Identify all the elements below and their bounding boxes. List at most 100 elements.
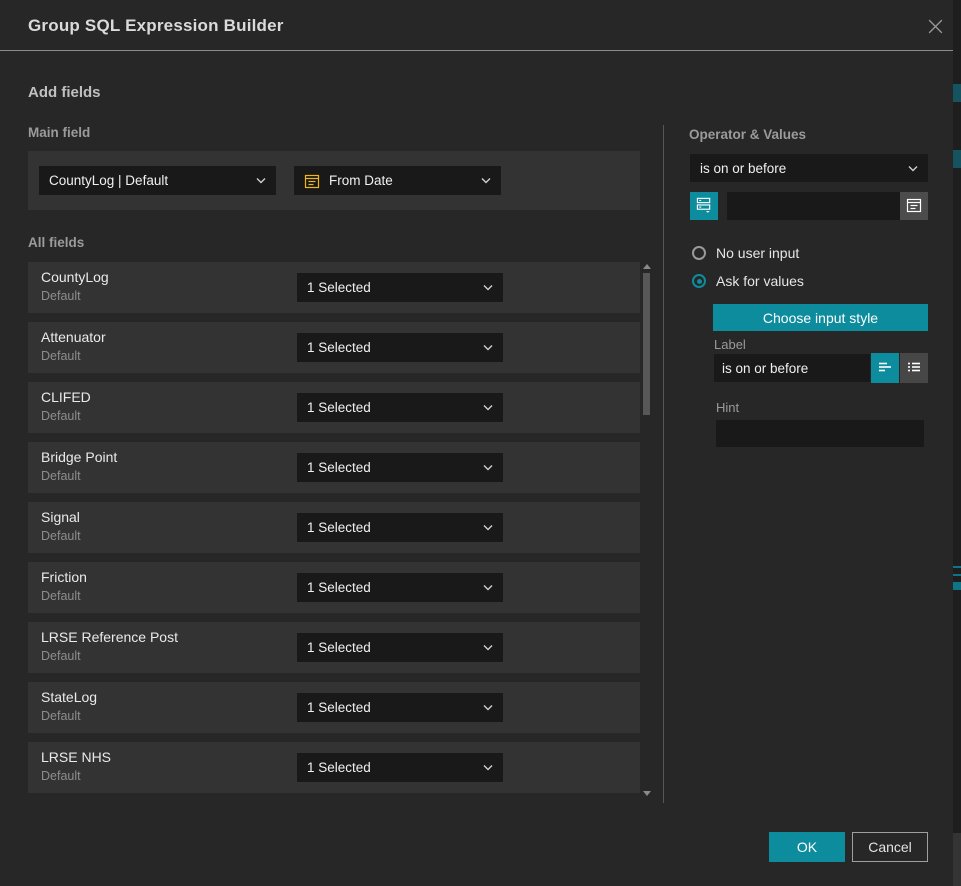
operator-select[interactable]: is on or before <box>690 154 928 182</box>
bulleted-list-toggle[interactable] <box>900 353 928 383</box>
field-row: LRSE Reference Post Default 1 Selected <box>28 622 640 673</box>
add-fields-heading: Add fields <box>28 84 101 101</box>
dialog-titlebar: Group SQL Expression Builder <box>0 0 961 51</box>
field-subtitle: Default <box>41 529 81 543</box>
scrollbar-thumb[interactable] <box>643 273 650 415</box>
field-selection-select[interactable]: 1 Selected <box>297 633 503 662</box>
field-subtitle: Default <box>41 409 81 423</box>
field-selection-select[interactable]: 1 Selected <box>297 333 503 362</box>
field-row: LRSE NHS Default 1 Selected <box>28 742 640 793</box>
chevron-down-icon <box>483 764 493 771</box>
field-selection-select[interactable]: 1 Selected <box>297 573 503 602</box>
value-input[interactable] <box>727 192 928 220</box>
calendar-icon <box>906 197 922 216</box>
field-row: CLIFED Default 1 Selected <box>28 382 640 433</box>
field-selection-select[interactable]: 1 Selected <box>297 753 503 782</box>
chevron-down-icon <box>908 165 918 172</box>
field-name: LRSE NHS <box>41 749 111 765</box>
chevron-down-icon <box>481 177 491 184</box>
operator-values-label: Operator & Values <box>689 127 806 142</box>
edge-segment <box>953 574 961 576</box>
main-field-label: Main field <box>28 125 90 140</box>
field-name: StateLog <box>41 689 97 705</box>
field-name: Friction <box>41 569 87 585</box>
chevron-down-icon <box>483 704 493 711</box>
chevron-down-icon <box>483 284 493 291</box>
field-subtitle: Default <box>41 589 81 603</box>
edge-segment <box>953 566 961 568</box>
choose-input-style-button[interactable]: Choose input style <box>713 304 928 331</box>
field-selection-value: 1 Selected <box>307 760 371 775</box>
calendar-icon <box>304 173 320 189</box>
field-name: CountyLog <box>41 269 109 285</box>
radio-icon[interactable] <box>692 246 706 260</box>
label-caption: Label <box>714 337 746 352</box>
field-row: Friction Default 1 Selected <box>28 562 640 613</box>
field-subtitle: Default <box>41 469 81 483</box>
all-fields-label: All fields <box>28 235 84 250</box>
scroll-up-arrow-icon[interactable] <box>643 264 651 269</box>
unique-values-button[interactable] <box>690 192 718 220</box>
field-selection-value: 1 Selected <box>307 580 371 595</box>
operator-select-value: is on or before <box>700 161 786 176</box>
align-lines-icon <box>877 359 893 378</box>
field-selection-select[interactable]: 1 Selected <box>297 693 503 722</box>
chevron-down-icon <box>256 177 266 184</box>
field-row: StateLog Default 1 Selected <box>28 682 640 733</box>
field-selection-select[interactable]: 1 Selected <box>297 513 503 542</box>
radio-label: Ask for values <box>716 273 804 289</box>
layer-select[interactable]: CountyLog | Default <box>39 166 276 195</box>
chevron-down-icon <box>483 344 493 351</box>
bulleted-list-icon <box>906 359 922 378</box>
field-selection-value: 1 Selected <box>307 400 371 415</box>
field-selection-value: 1 Selected <box>307 640 371 655</box>
field-row: Signal Default 1 Selected <box>28 502 640 553</box>
field-subtitle: Default <box>41 769 81 783</box>
radio-label: No user input <box>716 245 799 261</box>
field-subtitle: Default <box>41 649 81 663</box>
chevron-down-icon <box>483 524 493 531</box>
chevron-down-icon <box>483 584 493 591</box>
field-row: CountyLog Default 1 Selected <box>28 262 640 313</box>
field-row: Bridge Point Default 1 Selected <box>28 442 640 493</box>
panel-divider <box>663 125 664 803</box>
ok-button[interactable]: OK <box>769 832 845 862</box>
field-selection-value: 1 Selected <box>307 460 371 475</box>
scroll-down-arrow-icon[interactable] <box>643 791 651 796</box>
edge-segment <box>953 833 961 886</box>
field-selection-select[interactable]: 1 Selected <box>297 393 503 422</box>
calendar-picker-button[interactable] <box>900 192 928 220</box>
chevron-down-icon <box>483 644 493 651</box>
field-selection-value: 1 Selected <box>307 700 371 715</box>
layer-select-value: CountyLog | Default <box>49 173 168 188</box>
unique-values-icon <box>696 196 713 216</box>
hint-caption: Hint <box>716 400 739 415</box>
field-selection-select[interactable]: 1 Selected <box>297 273 503 302</box>
close-icon[interactable] <box>925 16 945 36</box>
list-scrollbar[interactable] <box>641 260 652 800</box>
cancel-button[interactable]: Cancel <box>852 832 928 862</box>
edge-segment <box>953 84 961 102</box>
radio-icon[interactable] <box>692 274 706 288</box>
field-name: Attenuator <box>41 329 106 345</box>
dialog-title: Group SQL Expression Builder <box>28 0 284 51</box>
chevron-down-icon <box>483 464 493 471</box>
field-selection-select[interactable]: 1 Selected <box>297 453 503 482</box>
field-name: LRSE Reference Post <box>41 629 178 645</box>
main-field-select[interactable]: From Date <box>294 166 501 195</box>
field-name: Bridge Point <box>41 449 117 465</box>
hint-input[interactable] <box>716 420 924 447</box>
field-subtitle: Default <box>41 349 81 363</box>
field-selection-value: 1 Selected <box>307 280 371 295</box>
field-name: Signal <box>41 509 80 525</box>
align-lines-toggle[interactable] <box>871 353 899 383</box>
radio-ask-for-values[interactable]: Ask for values <box>692 273 804 289</box>
field-subtitle: Default <box>41 289 81 303</box>
background-page-edge <box>953 0 961 886</box>
label-input[interactable] <box>714 354 870 382</box>
field-subtitle: Default <box>41 709 81 723</box>
radio-no-user-input[interactable]: No user input <box>692 245 799 261</box>
edge-segment <box>953 150 961 168</box>
field-selection-value: 1 Selected <box>307 520 371 535</box>
field-name: CLIFED <box>41 389 91 405</box>
